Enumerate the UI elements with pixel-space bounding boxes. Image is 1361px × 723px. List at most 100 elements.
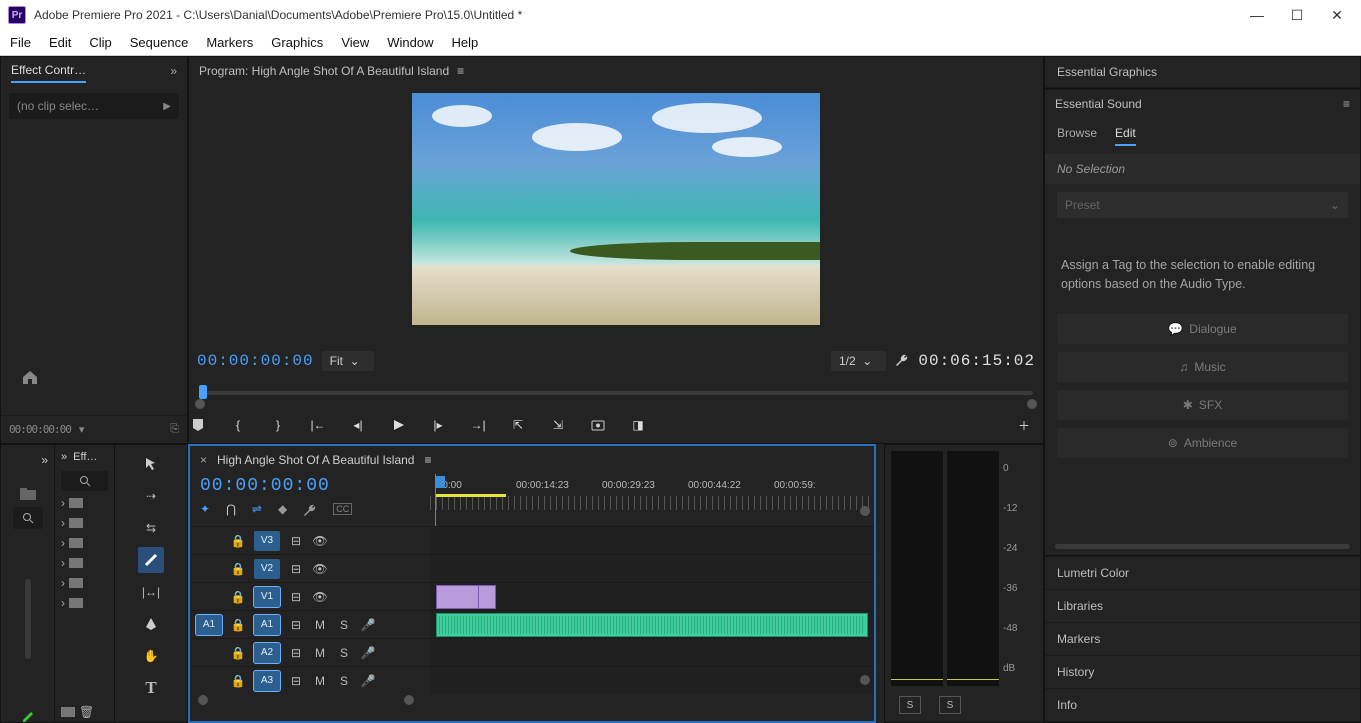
lock-icon[interactable]: 🔒	[230, 618, 246, 632]
mute-button[interactable]: M	[312, 674, 328, 688]
voiceover-icon[interactable]: 🎤	[360, 646, 376, 660]
sync-lock-icon[interactable]: ⊟	[288, 590, 304, 604]
es-ambience-button[interactable]: ⊚Ambience	[1057, 428, 1348, 458]
effects-search[interactable]	[61, 471, 108, 491]
sync-lock-icon[interactable]: ⊟	[288, 618, 304, 632]
timeline-ruler[interactable]: :00:00 00:00:14:23 00:00:29:23 00:00:44:…	[430, 474, 874, 526]
lock-icon[interactable]: 🔒	[230, 674, 246, 688]
close-button[interactable]: ✕	[1327, 5, 1347, 25]
menu-help[interactable]: Help	[452, 35, 479, 50]
sync-lock-icon[interactable]: ⊟	[288, 674, 304, 688]
panel-overflow-icon[interactable]: »	[61, 451, 67, 463]
track-a3[interactable]: A3	[254, 671, 280, 691]
pen-tool[interactable]	[138, 611, 164, 637]
new-bin-icon[interactable]	[61, 707, 75, 717]
menu-markers[interactable]: Markers	[206, 35, 253, 50]
panel-overflow-icon[interactable]: »	[170, 64, 177, 78]
panel-overflow-icon[interactable]: »	[41, 453, 54, 467]
marker-icon[interactable]: ◆	[278, 502, 287, 516]
add-marker-icon[interactable]	[189, 416, 207, 434]
minimize-button[interactable]: —	[1247, 5, 1267, 25]
track-v3[interactable]: V3	[254, 531, 280, 551]
track-v1[interactable]: V1	[254, 587, 280, 607]
menu-clip[interactable]: Clip	[89, 35, 111, 50]
audio-meter-right[interactable]	[947, 451, 999, 686]
track-v2[interactable]: V2	[254, 559, 280, 579]
audio-meter-left[interactable]	[891, 451, 943, 686]
solo-button[interactable]: S	[336, 646, 352, 660]
track-v1-lane[interactable]	[430, 582, 874, 610]
step-forward-icon[interactable]: |▸	[429, 416, 447, 434]
eye-icon[interactable]: 👁	[312, 534, 328, 548]
project-scrollbar[interactable]	[25, 579, 31, 659]
right-scrollbar[interactable]	[1055, 544, 1350, 549]
track-a2-lane[interactable]	[430, 638, 874, 666]
es-sfx-button[interactable]: ✱SFX	[1057, 390, 1348, 420]
zoom-handle-left[interactable]	[198, 695, 208, 705]
panel-menu-icon[interactable]: ≡	[1343, 97, 1350, 111]
snap-icon[interactable]: ⋂	[226, 502, 236, 516]
effects-tab[interactable]: Eff…	[73, 451, 97, 463]
resolution-dropdown[interactable]: 1/2 ⌄	[831, 351, 886, 371]
track-a1-lane[interactable]	[430, 610, 874, 638]
eye-icon[interactable]: 👁	[312, 562, 328, 576]
menu-graphics[interactable]: Graphics	[271, 35, 323, 50]
es-preset-dropdown[interactable]: Preset⌄	[1057, 192, 1348, 218]
solo-button[interactable]: S	[336, 674, 352, 688]
delete-icon[interactable]: 🗑	[79, 705, 94, 719]
panel-menu-icon[interactable]: ≡	[424, 453, 431, 467]
project-search[interactable]	[13, 507, 43, 529]
meter-solo-left[interactable]: S	[899, 696, 921, 714]
meter-solo-right[interactable]: S	[939, 696, 961, 714]
mark-out-icon[interactable]: }	[269, 416, 287, 434]
sync-lock-icon[interactable]: ⊟	[288, 562, 304, 576]
button-editor-icon[interactable]: ＋	[1015, 416, 1033, 434]
fit-dropdown[interactable]: Fit ⌄	[322, 351, 374, 371]
history-tab[interactable]: History	[1045, 656, 1360, 689]
solo-button[interactable]: S	[336, 618, 352, 632]
maximize-button[interactable]: ☐	[1287, 5, 1307, 25]
program-scrubber[interactable]	[189, 381, 1043, 407]
pen-icon[interactable]	[21, 708, 35, 722]
home-icon[interactable]	[21, 369, 39, 385]
panel-menu-icon[interactable]: ≡	[457, 64, 464, 78]
step-back-icon[interactable]: ◂|	[349, 416, 367, 434]
lock-icon[interactable]: 🔒	[230, 534, 246, 548]
menu-window[interactable]: Window	[387, 35, 433, 50]
track-a2[interactable]: A2	[254, 643, 280, 663]
effects-folder[interactable]: ›	[55, 513, 114, 533]
sync-lock-icon[interactable]: ⊟	[288, 534, 304, 548]
timeline-timecode[interactable]: 00:00:00:00	[200, 476, 330, 496]
effects-folder[interactable]: ›	[55, 493, 114, 513]
voiceover-icon[interactable]: 🎤	[360, 674, 376, 688]
track-scroll-end[interactable]	[860, 675, 870, 685]
sequence-title[interactable]: High Angle Shot Of A Beautiful Island	[217, 453, 414, 467]
menu-file[interactable]: File	[10, 35, 31, 50]
new-item-icon[interactable]: ⎘	[170, 423, 179, 436]
mute-button[interactable]: M	[312, 618, 328, 632]
menu-view[interactable]: View	[341, 35, 369, 50]
essential-sound-tab[interactable]: Essential Sound	[1055, 97, 1142, 111]
export-frame-icon[interactable]	[589, 416, 607, 434]
source-a1[interactable]: A1	[196, 615, 222, 635]
lumetri-color-tab[interactable]: Lumetri Color	[1045, 557, 1360, 590]
play-icon[interactable]	[389, 416, 407, 434]
extract-icon[interactable]: ⇲	[549, 416, 567, 434]
es-browse-tab[interactable]: Browse	[1057, 126, 1097, 146]
info-tab[interactable]: Info	[1045, 689, 1360, 722]
playhead-icon[interactable]: ▾	[79, 423, 85, 436]
es-dialogue-button[interactable]: 💬Dialogue	[1057, 314, 1348, 344]
menu-sequence[interactable]: Sequence	[130, 35, 189, 50]
slip-tool[interactable]: |↔|	[138, 579, 164, 605]
libraries-tab[interactable]: Libraries	[1045, 590, 1360, 623]
razor-tool[interactable]	[138, 547, 164, 573]
track-a3-lane[interactable]	[430, 666, 874, 694]
audio-clip[interactable]	[436, 613, 868, 637]
lock-icon[interactable]: 🔒	[230, 590, 246, 604]
zoom-handle-right[interactable]	[404, 695, 414, 705]
linked-selection-icon[interactable]: ⇌	[252, 502, 262, 516]
eye-icon[interactable]: 👁	[312, 590, 328, 604]
lock-icon[interactable]: 🔒	[230, 646, 246, 660]
effects-folder[interactable]: ›	[55, 553, 114, 573]
ripple-edit-tool[interactable]: ⇆	[138, 515, 164, 541]
